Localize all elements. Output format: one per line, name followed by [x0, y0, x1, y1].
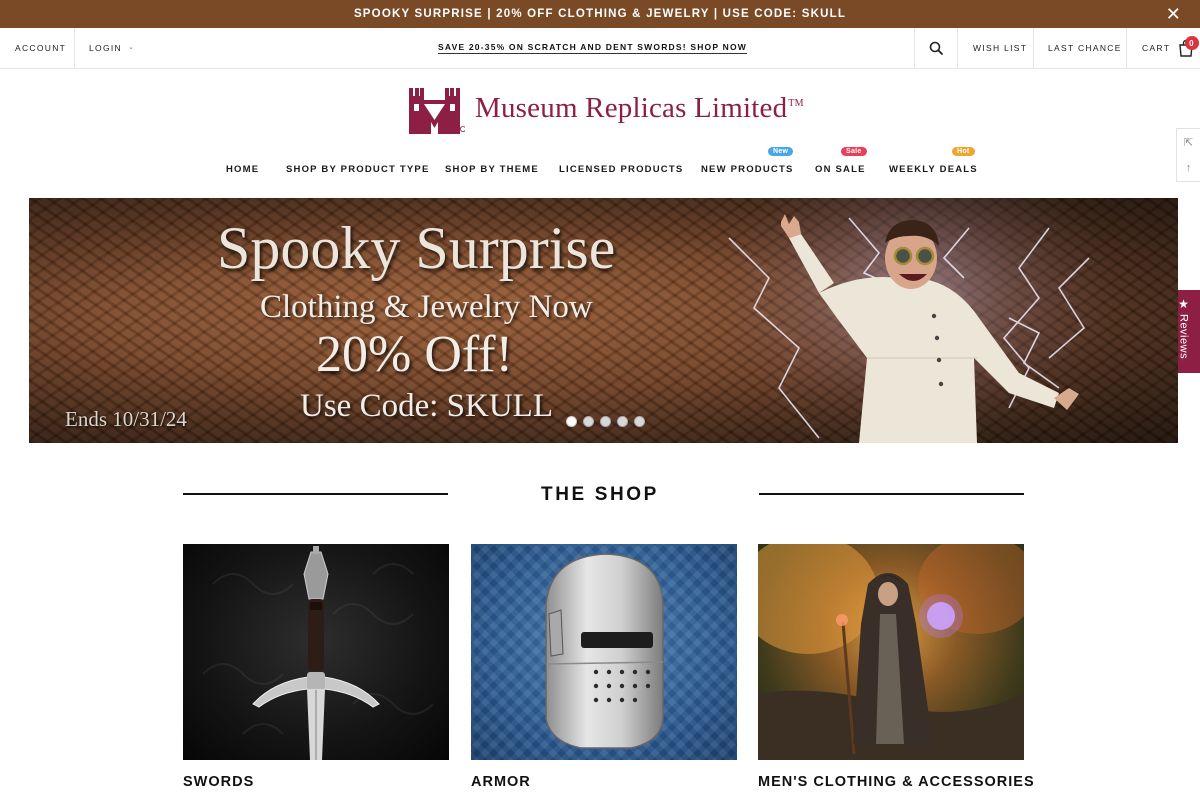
nav-item-licensed-products[interactable]: LICENSED PRODUCTS: [559, 164, 683, 175]
nav-label: NEW PRODUCTS: [701, 164, 794, 175]
account-label: ACCOUNT: [15, 43, 67, 53]
carousel-dot[interactable]: [566, 416, 577, 427]
wizard-robe-image: [758, 544, 1024, 760]
section-title: THE SHOP: [541, 484, 659, 505]
carousel-dot[interactable]: [617, 416, 628, 427]
category-tile-mens-clothing[interactable]: [758, 544, 1024, 760]
nav-item-shop-by-theme[interactable]: SHOP BY THEME: [445, 164, 539, 175]
hero-end-date: Ends 10/31/24: [65, 407, 187, 431]
divider: [1033, 28, 1034, 68]
nav-label: SHOP BY THEME: [445, 164, 539, 175]
side-tools: ⇱ ↑: [1176, 128, 1200, 182]
wishlist-link[interactable]: WISH LIST: [973, 28, 1027, 68]
arrow-up-icon[interactable]: ↑: [1177, 155, 1200, 181]
chevron-down-icon: ⌄: [127, 44, 136, 51]
sale-badge: Sale: [841, 147, 867, 156]
last-chance-label: LAST CHANCE: [1048, 43, 1122, 53]
nav-item-shop-by-product-type[interactable]: SHOP BY PRODUCT TYPE: [286, 164, 429, 175]
hero-code: Use Code: SKULL: [300, 388, 553, 424]
utility-bar: ACCOUNT LOGIN ⌄ SAVE 20-35% ON SCRATCH A…: [0, 28, 1200, 69]
carousel-dot[interactable]: [600, 416, 611, 427]
close-icon[interactable]: ✕: [1166, 5, 1182, 23]
announcement-text: SPOOKY SURPRISE | 20% OFF CLOTHING & JEW…: [353, 8, 847, 20]
cart-label: CART: [1142, 43, 1171, 53]
search-button[interactable]: [915, 28, 957, 68]
promo-label: SAVE 20-35% ON SCRATCH AND DENT SWORDS! …: [438, 42, 748, 54]
nav-item-on-sale[interactable]: ON SALE Sale: [815, 147, 867, 175]
nav-label: ON SALE: [815, 164, 866, 175]
nav-label: SHOP BY PRODUCT TYPE: [286, 164, 430, 175]
new-badge: New: [768, 147, 794, 156]
cart-button[interactable]: CART 0: [1142, 28, 1200, 68]
wishlist-label: WISH LIST: [973, 43, 1028, 53]
sword-image: [202, 546, 434, 760]
login-label: LOGIN: [89, 43, 122, 53]
compare-icon[interactable]: ⇱: [1177, 129, 1200, 155]
knight-helmet-image: [545, 553, 664, 749]
announcement-bar: SPOOKY SURPRISE | 20% OFF CLOTHING & JEW…: [0, 0, 1200, 28]
carousel-dot[interactable]: [634, 416, 645, 427]
nav-label: WEEKLY DEALS: [889, 164, 978, 175]
hero-discount: 20% Off!: [316, 326, 513, 383]
nav-item-weekly-deals[interactable]: WEEKLY DEALS Hot: [889, 147, 978, 175]
carousel-dot[interactable]: [583, 416, 594, 427]
category-label-swords[interactable]: SWORDS: [183, 774, 254, 790]
category-label-armor[interactable]: ARMOR: [471, 774, 531, 790]
divider: [957, 28, 958, 68]
hot-badge: Hot: [952, 147, 975, 156]
scratch-dent-promo-link[interactable]: SAVE 20-35% ON SCRATCH AND DENT SWORDS! …: [438, 28, 748, 68]
logo-name: Museum Replicas Limited: [475, 91, 788, 124]
category-label-mens-clothing[interactable]: MEN'S CLOTHING & ACCESSORIES: [758, 774, 1035, 790]
category-tile-swords[interactable]: [183, 544, 449, 760]
account-link[interactable]: ACCOUNT: [15, 28, 66, 68]
hero-headline: Spooky Surprise: [217, 215, 616, 281]
divider: [74, 28, 75, 68]
reviews-label: Reviews: [1177, 314, 1190, 360]
nav-label: HOME: [226, 164, 260, 175]
logo-text: Museum Replicas LimitedTM: [475, 92, 804, 125]
category-tile-armor[interactable]: [471, 544, 737, 760]
hero-banner[interactable]: Spooky Surprise Clothing & Jewelry Now 2…: [29, 198, 1178, 443]
carousel-dots: [566, 416, 645, 427]
nav-item-new-products[interactable]: NEW PRODUCTS New: [701, 147, 794, 175]
last-chance-link[interactable]: LAST CHANCE: [1048, 28, 1122, 68]
site-logo[interactable]: Museum Replicas LimitedTM: [407, 80, 804, 136]
nav-item-home[interactable]: HOME: [226, 164, 259, 175]
nav-label: LICENSED PRODUCTS: [559, 164, 684, 175]
login-dropdown[interactable]: LOGIN ⌄: [89, 28, 135, 68]
star-icon: ★: [1178, 297, 1189, 311]
search-icon: [929, 41, 943, 55]
trademark: TM: [788, 97, 804, 109]
hero-subheadline: Clothing & Jewelry Now: [260, 289, 593, 325]
main-navigation: HOME SHOP BY PRODUCT TYPE SHOP BY THEME …: [0, 147, 1200, 180]
cart-count-badge: 0: [1185, 36, 1199, 50]
divider: [1126, 28, 1127, 68]
castle-logo-icon: [409, 88, 465, 134]
